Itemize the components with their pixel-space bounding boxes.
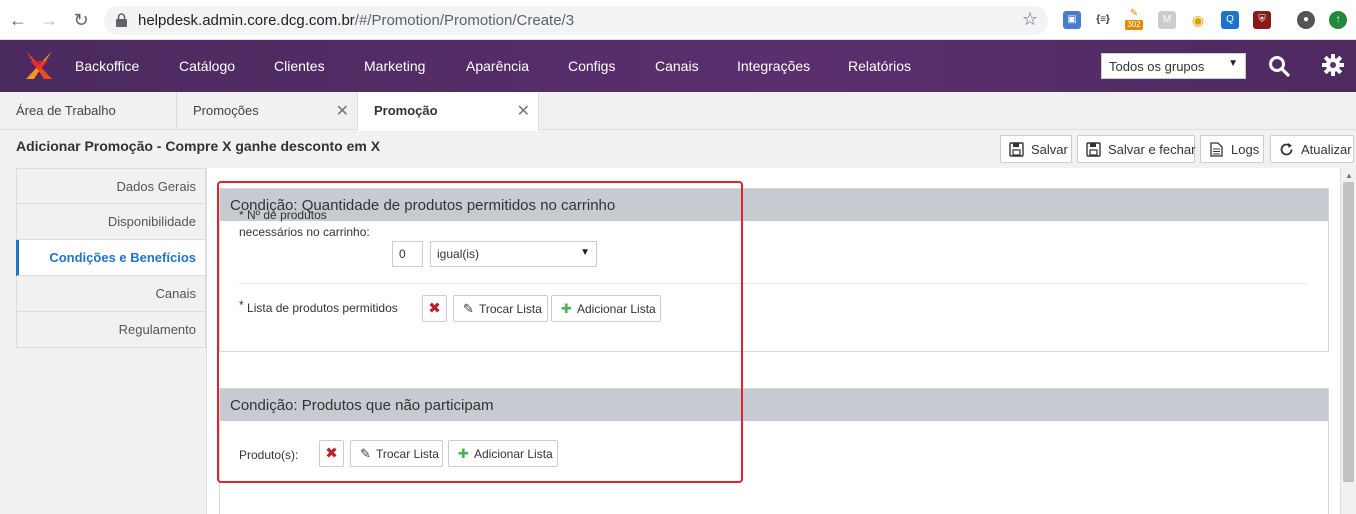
json-extension-icon[interactable]: {≡} <box>1094 11 1112 29</box>
divider <box>239 283 1307 284</box>
scroll-up-icon[interactable]: ▲ <box>1345 171 1353 180</box>
section-canais[interactable]: Canais <box>16 276 206 312</box>
condition-quantity-panel: Condição: Quantidade de produtos permiti… <box>219 188 1329 352</box>
menu-marketing[interactable]: Marketing <box>364 58 425 74</box>
group-select-value: Todos os grupos <box>1109 59 1205 74</box>
dropdown-arrow-icon: ▼ <box>1228 58 1238 69</box>
swap-products-button[interactable]: ✎ Trocar Lista <box>350 440 443 467</box>
update-arrow-icon[interactable]: ↑ <box>1329 11 1347 29</box>
save-label: Salvar <box>1031 142 1068 157</box>
section-dados-gerais[interactable]: Dados Gerais <box>16 168 206 204</box>
search-icon[interactable] <box>1268 55 1290 77</box>
add-products-button[interactable]: ✚ Adicionar Lista <box>448 440 558 467</box>
gear-icon[interactable] <box>1322 54 1344 76</box>
required-star: * <box>239 298 244 312</box>
remove-products-button[interactable]: ✖ <box>319 440 344 467</box>
bookmark-star-icon[interactable]: ☆ <box>1022 9 1038 30</box>
quantity-label: * Nº de produtos necessários no carrinho… <box>239 207 370 241</box>
workspace-tabs: Área de Trabalho Promoções ✕ Promoção ✕ <box>0 92 1356 131</box>
tab-promocao[interactable]: Promoção ✕ <box>358 92 539 131</box>
menu-relatorios[interactable]: Relatórios <box>848 58 911 74</box>
save-close-label: Salvar e fechar <box>1108 142 1196 157</box>
section-disponibilidade[interactable]: Disponibilidade <box>16 204 206 240</box>
floppy-disk-icon <box>1086 142 1101 157</box>
tab-area-de-trabalho[interactable]: Área de Trabalho <box>0 92 177 130</box>
forward-arrow-icon[interactable]: → <box>39 10 59 30</box>
plus-icon: ✚ <box>458 446 469 461</box>
redirect-extension-icon[interactable]: ✎ 302 <box>1125 8 1143 34</box>
save-close-button[interactable]: Salvar e fechar <box>1077 135 1195 163</box>
menu-aparencia[interactable]: Aparência <box>466 58 529 74</box>
brand-logo[interactable] <box>22 49 56 83</box>
product-list-label: * Lista de produtos permitidos <box>239 298 398 317</box>
chat-extension-icon[interactable]: Q <box>1221 11 1239 29</box>
section-nav: Dados Gerais Disponibilidade Condições e… <box>16 168 206 348</box>
quantity-input[interactable]: 0 <box>392 241 423 267</box>
operator-select[interactable]: igual(is) ▼ <box>430 241 597 267</box>
floppy-disk-icon <box>1009 142 1024 157</box>
add-list-button[interactable]: ✚ Adicionar Lista <box>551 295 661 322</box>
dropdown-arrow-icon: ▼ <box>580 247 590 258</box>
swap-products-label: Trocar Lista <box>376 447 439 461</box>
profile-avatar[interactable]: ● <box>1297 11 1315 29</box>
close-icon[interactable]: ✕ <box>336 101 349 121</box>
app-header: Backoffice Catálogo Clientes Marketing A… <box>0 40 1356 92</box>
refresh-button[interactable]: Atualizar <box>1270 135 1354 163</box>
panel-title: Condição: Quantidade de produtos permiti… <box>220 189 1328 221</box>
document-icon <box>1210 142 1223 157</box>
lock-icon <box>116 13 127 27</box>
menu-backoffice[interactable]: Backoffice <box>75 58 139 74</box>
add-list-label: Adicionar Lista <box>577 302 656 316</box>
panel-title: Condição: Produtos que não participam <box>220 389 1328 421</box>
refresh-label: Atualizar <box>1301 142 1352 157</box>
eye-extension-icon[interactable]: ◉ <box>1189 11 1207 29</box>
menu-canais[interactable]: Canais <box>655 58 699 74</box>
save-button[interactable]: Salvar <box>1000 135 1072 163</box>
page-title: Adicionar Promoção - Compre X ganhe desc… <box>16 138 381 154</box>
reload-icon[interactable]: ↻ <box>71 10 91 30</box>
tab-label: Promoções <box>193 103 259 118</box>
pencil-icon: ✎ <box>360 446 371 461</box>
extension-icon[interactable]: ▣ <box>1063 11 1081 29</box>
condition-excluded-panel: Condição: Produtos que não participam Pr… <box>219 388 1329 514</box>
content-area: Condição: Quantidade de produtos permiti… <box>206 168 1340 514</box>
close-icon[interactable]: ✕ <box>517 101 530 121</box>
products-label: Produto(s): <box>239 448 299 462</box>
operator-value: igual(is) <box>437 247 480 261</box>
url-text: helpdesk.admin.core.dcg.com.br/#/Promoti… <box>138 12 575 29</box>
add-products-label: Adicionar Lista <box>474 447 553 461</box>
red-x-icon: ✖ <box>325 445 338 462</box>
back-arrow-icon[interactable]: ← <box>8 10 28 30</box>
swap-list-button[interactable]: ✎ Trocar Lista <box>453 295 548 322</box>
tab-promocoes[interactable]: Promoções ✕ <box>177 92 358 130</box>
refresh-icon <box>1280 143 1293 156</box>
product-list-label-text: Lista de produtos permitidos <box>247 301 398 315</box>
quantity-label-line2: necessários no carrinho: <box>239 225 370 239</box>
quantity-label-line1: * Nº de produtos <box>239 208 327 222</box>
scroll-thumb[interactable] <box>1343 182 1354 482</box>
plus-icon: ✚ <box>561 301 572 316</box>
logs-button[interactable]: Logs <box>1200 135 1264 163</box>
ublock-extension-icon[interactable]: ⛨ <box>1253 11 1271 29</box>
menu-clientes[interactable]: Clientes <box>274 58 325 74</box>
scrollbar[interactable]: ▲ <box>1340 168 1356 514</box>
menu-integracoes[interactable]: Integrações <box>737 58 810 74</box>
menu-catalogo[interactable]: Catálogo <box>179 58 235 74</box>
menu-configs[interactable]: Configs <box>568 58 615 74</box>
remove-list-button[interactable]: ✖ <box>422 295 447 322</box>
section-regulamento[interactable]: Regulamento <box>16 312 206 348</box>
browser-toolbar: ← → ↻ helpdesk.admin.core.dcg.com.br/#/P… <box>0 0 1356 40</box>
logs-label: Logs <box>1231 142 1260 157</box>
red-x-icon: ✖ <box>428 300 441 317</box>
address-bar[interactable]: helpdesk.admin.core.dcg.com.br/#/Promoti… <box>104 6 1048 35</box>
tab-label: Promoção <box>374 103 438 118</box>
m-extension-icon[interactable]: M <box>1158 11 1176 29</box>
section-condicoes-beneficios[interactable]: Condições e Benefícios <box>16 240 206 276</box>
tab-label: Área de Trabalho <box>16 103 116 118</box>
pencil-icon: ✎ <box>463 301 474 316</box>
group-select[interactable]: Todos os grupos ▼ <box>1101 53 1246 79</box>
swap-list-label: Trocar Lista <box>479 302 542 316</box>
